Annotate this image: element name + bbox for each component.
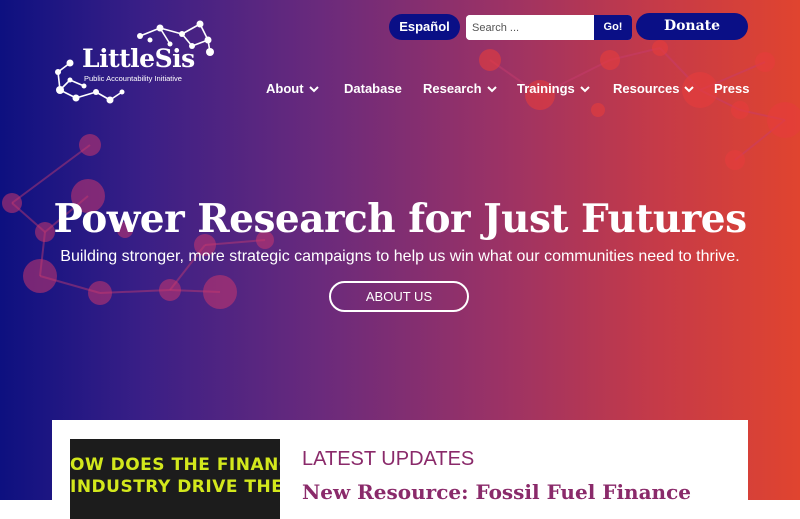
site-logo[interactable]: LittleSis Public Accountability Initiati… [50, 18, 220, 106]
nav-item-label: Database [344, 81, 402, 96]
nav-item-trainings[interactable]: Trainings [517, 79, 591, 99]
hero-subheadline: Building stronger, more strategic campai… [60, 248, 740, 265]
nav-item-label: Research [423, 81, 482, 96]
thumbnail-text-line: OW DOES THE FINANC [70, 455, 280, 475]
donate-button[interactable]: Donate [636, 13, 748, 40]
nav-item-database[interactable]: Database [344, 79, 402, 99]
nav-item-label: Trainings [517, 81, 575, 96]
featured-update-title[interactable]: New Resource: Fossil Fuel Finance [302, 480, 691, 504]
logo-wordmark: LittleSis [82, 44, 195, 73]
latest-updates-card: OW DOES THE FINANC INDUSTRY DRIVE THE LA… [52, 420, 748, 519]
search-submit-button[interactable]: Go! [594, 15, 632, 40]
nav-item-press[interactable]: Press [714, 79, 749, 99]
search-form: Go! [466, 15, 632, 40]
search-input[interactable] [466, 15, 594, 40]
about-us-button[interactable]: ABOUT US [329, 281, 469, 312]
hero-headline: Power Research for Just Futures [53, 196, 747, 242]
nav-item-label: About [266, 81, 304, 96]
chevron-down-icon [308, 86, 319, 93]
language-switch-button[interactable]: Español [389, 14, 460, 40]
nav-item-resources[interactable]: Resources [613, 79, 695, 99]
thumbnail-text-line: INDUSTRY DRIVE THE [70, 477, 280, 497]
featured-thumbnail[interactable]: OW DOES THE FINANC INDUSTRY DRIVE THE [70, 439, 280, 519]
logo-tagline: Public Accountability Initiative [84, 74, 182, 83]
nav-item-label: Resources [613, 81, 680, 96]
nav-item-research[interactable]: Research [423, 79, 498, 99]
latest-updates-heading: LATEST UPDATES [302, 448, 475, 470]
chevron-down-icon [580, 86, 590, 93]
nav-item-label: Press [714, 81, 750, 96]
chevron-down-icon [486, 86, 497, 93]
chevron-down-icon [684, 86, 695, 93]
nav-item-about[interactable]: About [266, 79, 320, 99]
